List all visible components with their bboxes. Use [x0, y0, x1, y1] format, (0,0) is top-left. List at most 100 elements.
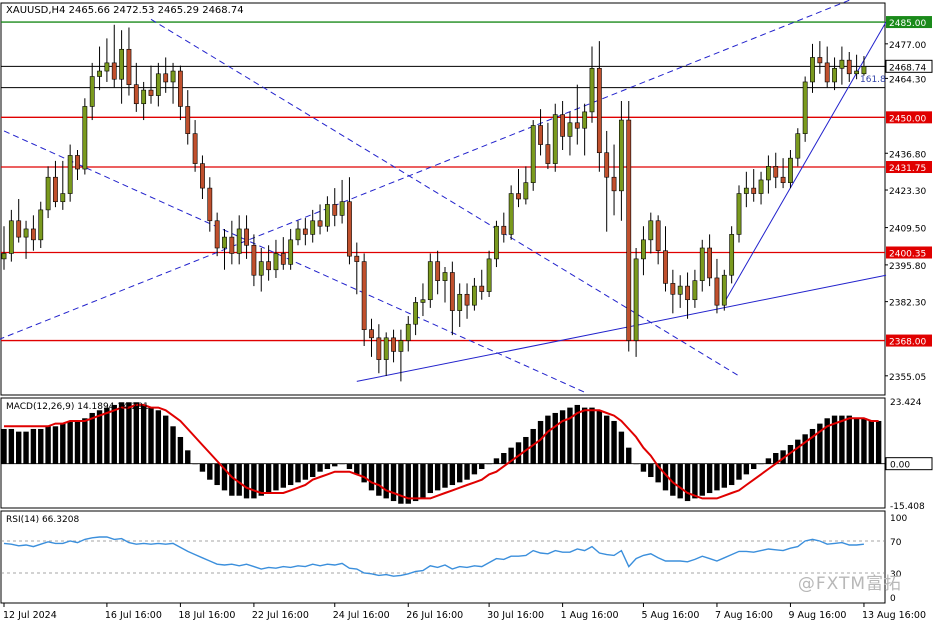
macd-tick-label-0: 23.424	[890, 398, 922, 408]
candle-body-35	[258, 261, 264, 276]
time-tick-label-4: 24 Jul 16:00	[333, 610, 390, 621]
macd-bar-8	[60, 423, 66, 464]
candle-body-29	[214, 220, 220, 249]
candle-body-113	[832, 68, 837, 83]
candle-body-65	[479, 285, 485, 292]
candle-60	[442, 267, 448, 303]
trendline-4	[723, 21, 887, 303]
candle-9	[67, 144, 73, 202]
macd-bar-62	[457, 463, 463, 483]
macd-bar-34	[251, 463, 257, 499]
macd-bar-60	[442, 463, 448, 488]
time-axis: 12 Jul 2024 16 Jul 16:00 18 Jul 16:00 22 Ju…	[3, 603, 926, 621]
candle-body-89	[655, 220, 661, 252]
chart-svg: 2477.00 2464.30 2436.80 2423.30 2409.50 2395.…	[0, 0, 933, 621]
candle-body-103	[758, 179, 764, 194]
candle-body-62	[457, 293, 463, 311]
candle-86	[633, 248, 639, 357]
candle-97	[714, 258, 720, 314]
macd-bar-35	[258, 463, 264, 496]
macd-bar-74	[545, 415, 551, 464]
macd-bar-115	[846, 415, 852, 464]
macd-bar-32	[236, 463, 242, 496]
time-tick-label-2: 18 Jul 16:00	[178, 610, 235, 621]
candle-104	[765, 155, 771, 194]
macd-bar-110	[809, 428, 816, 464]
candle-body-52	[383, 337, 389, 360]
candle-body-47	[347, 201, 352, 257]
candle-115	[846, 52, 852, 82]
candle-76	[560, 101, 565, 150]
candle-body-30	[222, 236, 227, 249]
macd-bar-65	[479, 463, 485, 470]
candle-body-40	[295, 228, 301, 241]
macd-bar-50	[368, 463, 375, 491]
candle-42	[310, 209, 316, 243]
candle-body-114	[839, 59, 845, 69]
candle-body-37	[273, 253, 279, 271]
candle-75	[552, 103, 558, 172]
candle-27	[200, 155, 205, 199]
candle-28	[207, 177, 213, 232]
candle-50	[369, 318, 374, 357]
macd-bar-59	[434, 463, 441, 491]
candle-body-0	[1, 253, 7, 260]
candle-body-81	[596, 68, 602, 154]
macd-bar-88	[648, 463, 654, 478]
candle-body-85	[626, 119, 632, 341]
candle-body-99	[729, 234, 735, 276]
rsi-panel-frame	[0, 510, 886, 604]
candle-0	[1, 226, 7, 270]
candle-body-51	[376, 337, 382, 360]
candle-body-57	[420, 299, 426, 303]
candle-13	[97, 46, 102, 91]
macd-bar-99	[728, 463, 735, 486]
candle-body-70	[516, 193, 521, 200]
macd-bar-9	[67, 420, 73, 464]
candle-45	[332, 188, 338, 227]
macd-bar-45	[332, 463, 338, 467]
macd-bar-81	[596, 410, 603, 464]
candle-87	[641, 226, 646, 276]
candle-90	[663, 226, 668, 292]
candle-body-110	[810, 57, 815, 83]
candle-112	[824, 46, 830, 88]
candle-body-94	[692, 280, 698, 301]
time-tick-label-3: 22 Jul 16:00	[252, 610, 309, 621]
candle-96	[707, 234, 712, 287]
macd-bar-0	[1, 428, 7, 464]
candle-111	[817, 41, 823, 74]
fxtm-watermark: @FXTM富拓	[797, 574, 902, 594]
candle-102	[751, 169, 757, 202]
candle-body-8	[60, 193, 66, 203]
rsi-panel: 10070300	[1, 514, 907, 604]
candle-10	[75, 150, 80, 180]
candle-91	[670, 269, 676, 314]
candle-106	[780, 158, 786, 189]
candle-body-20	[148, 89, 154, 96]
candle-82	[604, 130, 610, 232]
macd-bar-103	[758, 463, 764, 465]
macd-bar-33	[243, 463, 250, 499]
candle-body-84	[618, 119, 624, 192]
time-tick-label-9: 7 Aug 16:00	[715, 610, 773, 621]
macd-bar-92	[677, 463, 683, 499]
candle-body-14	[104, 62, 110, 72]
macd-bar-56	[412, 463, 419, 502]
candle-114	[839, 46, 845, 85]
time-tick-label-5: 26 Jul 16:00	[406, 610, 463, 621]
candle-6	[45, 166, 51, 219]
macd-bar-29	[214, 463, 220, 486]
candle-body-26	[192, 133, 198, 164]
candle-72	[530, 120, 536, 191]
candle-61	[449, 261, 455, 336]
macd-bar-95	[699, 463, 705, 496]
macd-bar-53	[390, 463, 397, 502]
candle-38	[280, 237, 286, 270]
candle-body-32	[236, 228, 242, 254]
candle-body-4	[30, 228, 36, 241]
candle-body-43	[317, 220, 323, 227]
macd-tick-label-2: -15.408	[890, 502, 925, 512]
candle-40	[295, 220, 301, 246]
candle-113	[832, 57, 837, 91]
